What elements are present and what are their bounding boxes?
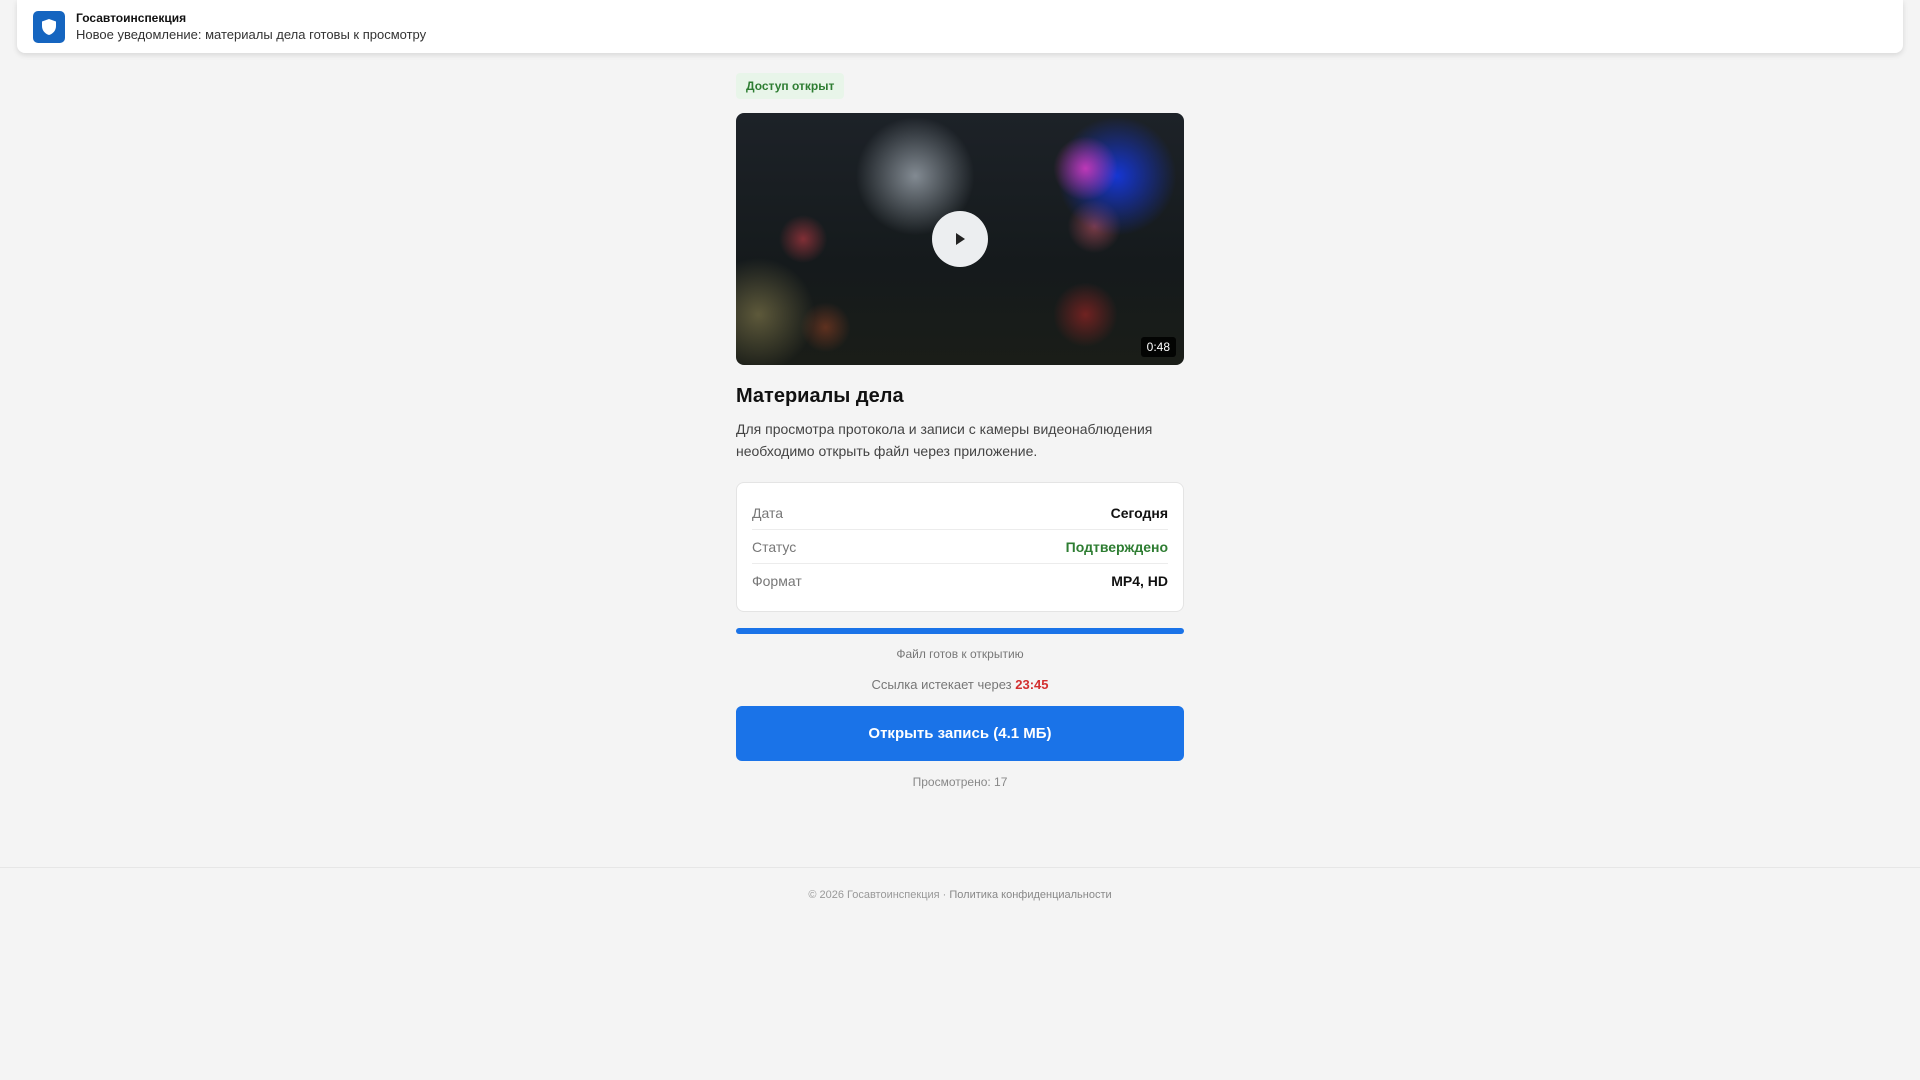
description: Для просмотра протокола и записи с камер… [736,421,1153,459]
progress-fill [736,628,1184,634]
info-label: Формат [752,573,802,589]
info-value: Сегодня [1110,504,1168,521]
access-badge: Доступ открыт [736,73,845,99]
info-row-date: Дата Сегодня [752,496,1168,530]
info-row-format: Формат MP4, HD [752,564,1168,598]
footer: © 2026 Госавтоинспекция · Политика конфи… [0,867,1920,901]
privacy-policy-link[interactable]: Политика конфиденциальности [949,889,1111,901]
open-record-button[interactable]: Открыть запись (4.1 МБ) [736,706,1184,761]
expire-text: Ссылка истекает через 23:45 [736,677,1184,692]
info-value: MP4, HD [1111,573,1168,589]
info-row-status: Статус Подтверждено [752,530,1168,564]
expire-prefix: Ссылка истекает через [871,677,1012,692]
page-title: Материалы дела [736,385,904,407]
notification-banner[interactable]: Госавтоинспекция Новое уведомление: мате… [17,0,1903,53]
copyright: © 2026 Госавтоинспекция · [808,889,947,901]
notification-title: Госавтоинспекция [76,11,187,25]
notification-text: Новое уведомление: материалы дела готовы… [76,27,427,42]
status-value: Подтверждено [1065,538,1168,555]
play-button[interactable] [932,211,988,267]
video-preview[interactable]: 0:48 [736,113,1184,365]
info-label: Дата [752,504,784,521]
progress-bar [736,628,1184,634]
info-label: Статус [752,538,797,555]
video-duration: 0:48 [1140,337,1176,357]
main-content: Доступ открыт 0:48 Материалы дела Для пр… [736,73,1184,789]
info-card: Дата Сегодня Статус Подтверждено Формат MP4… [736,482,1184,612]
expire-timer: 23:45 [1015,677,1049,692]
shield-icon [33,10,65,43]
view-count: Просмотрено: 17 [912,775,1008,789]
progress-text: Файл готов к открытию [896,647,1024,661]
play-icon [956,233,965,245]
